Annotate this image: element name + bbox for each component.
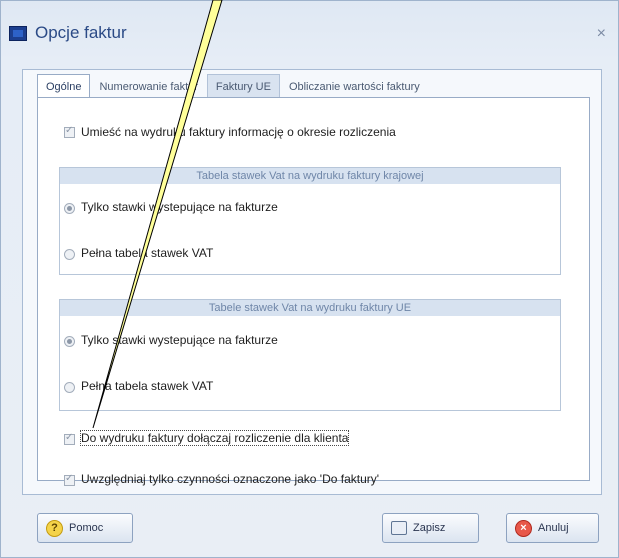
annotation-pointer bbox=[92, 0, 223, 429]
annotation-arrow bbox=[92, 0, 223, 429]
